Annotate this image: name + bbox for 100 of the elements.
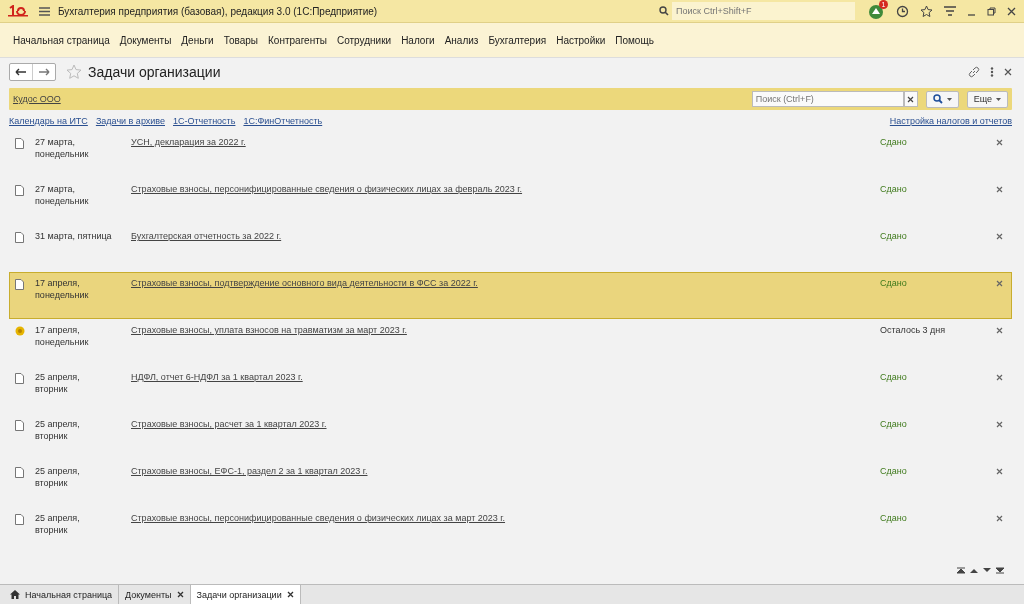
task-row[interactable]: 25 апреля, вторник НДФЛ, отчет 6-НДФЛ за 1 квартал 2023 г. Сдано: [9, 366, 1012, 413]
home-icon: [10, 590, 20, 599]
task-row[interactable]: 17 апреля, понедельник Страховые взносы, уплата взносов на травматизм за март 2023 г. Осталось 3 дня: [9, 319, 1012, 366]
menu-item[interactable]: Начальная страница: [13, 34, 110, 46]
app-logo: [8, 5, 28, 17]
task-row[interactable]: 25 апреля, вторник Страховые взносы, ЕФС-1, раздел 2 за 1 квартал 2023 г. Сдано: [9, 460, 1012, 507]
global-search-field[interactable]: Поиск Ctrl+Shift+F: [672, 2, 855, 20]
menu-item[interactable]: Бухгалтерия: [488, 34, 547, 46]
document-icon: [15, 514, 24, 525]
search-button[interactable]: [925, 90, 959, 108]
task-status: Сдано: [880, 136, 908, 148]
document-icon: [15, 185, 24, 196]
task-link[interactable]: Страховые взносы, подтверждение основного вида деятельности в ФСС за 2022 г.: [131, 277, 874, 289]
task-date: 27 марта, понедельник: [35, 136, 90, 160]
link-icon[interactable]: [968, 66, 980, 78]
menu-item[interactable]: Документы: [119, 34, 172, 46]
menu-item[interactable]: Сотрудники: [336, 34, 392, 46]
document-icon: [15, 138, 24, 149]
window-tab[interactable]: Документы: [119, 585, 191, 604]
navigation-link[interactable]: Календарь на ИТС: [9, 116, 88, 126]
window-title: Бухгалтерия предприятия (базовая), редакция 3.0 (1С:Предприятие): [58, 5, 379, 17]
task-link[interactable]: Страховые взносы, персонифицированные сведения о физических лицах за февраль 2023 г.: [131, 183, 874, 195]
scroll-down-icon[interactable]: [983, 567, 991, 574]
navigation-link[interactable]: 1С-Отчетность: [173, 116, 236, 126]
scroll-up-icon[interactable]: [970, 567, 978, 574]
remove-icon[interactable]: [996, 421, 1003, 428]
selected-task-row[interactable]: 17 апреля, понедельник Страховые взносы, подтверждение основного вида деятельности в ФСС за 2022 г. Сдано: [9, 272, 1012, 319]
task-row[interactable]: 27 марта, понедельник Страховые взносы, персонифицированные сведения о физических лицах за февраль 2023 г. Сдано: [9, 178, 1012, 225]
task-link[interactable]: Страховые взносы, персонифицированные сведения о физических лицах за март 2023 г.: [131, 512, 874, 524]
task-row[interactable]: 31 марта, пятница Бухгалтерская отчетность за 2022 г. Сдано: [9, 225, 1012, 272]
more-button[interactable]: Еще: [966, 90, 1008, 108]
remove-icon[interactable]: [996, 280, 1003, 287]
task-date: 31 марта, пятница: [35, 230, 113, 242]
menu-item[interactable]: Настройки: [556, 34, 606, 46]
remove-icon[interactable]: [996, 233, 1003, 240]
restore-icon[interactable]: [987, 6, 996, 16]
task-date: 17 апреля, понедельник: [35, 324, 90, 348]
search-icon: [932, 94, 943, 104]
task-date: 25 апреля, вторник: [35, 371, 81, 395]
task-status: Сдано: [880, 371, 908, 383]
menu-icon[interactable]: [39, 6, 50, 16]
settings-link[interactable]: Настройка налогов и отчетов: [889, 116, 1012, 126]
menu-item[interactable]: Товары: [223, 34, 259, 46]
task-status: Осталось 3 дня: [880, 324, 947, 336]
organization-link[interactable]: Кудос ООО: [13, 94, 61, 104]
menu-item[interactable]: Деньги: [181, 34, 214, 46]
search-icon: [659, 6, 669, 16]
task-link[interactable]: НДФЛ, отчет 6-НДФЛ за 1 квартал 2023 г.: [131, 371, 874, 383]
task-link[interactable]: Страховые взносы, уплата взносов на травматизм за март 2023 г.: [131, 324, 874, 336]
task-date: 25 апреля, вторник: [35, 418, 81, 442]
task-status: Сдано: [880, 465, 908, 477]
task-row[interactable]: 25 апреля, вторник Страховые взносы, персонифицированные сведения о физических лицах за март 2023 г. Сдано: [9, 507, 1012, 554]
navigation-link[interactable]: 1С:ФинОтчетность: [243, 116, 323, 126]
remove-icon[interactable]: [996, 468, 1003, 475]
star-icon[interactable]: [920, 4, 933, 18]
document-icon: [15, 420, 24, 431]
remove-icon[interactable]: [996, 327, 1003, 334]
navigation-buttons[interactable]: [9, 63, 56, 81]
task-status: Сдано: [880, 418, 908, 430]
remove-icon[interactable]: [996, 374, 1003, 381]
menu-item[interactable]: Помощь: [615, 34, 654, 46]
more-icon[interactable]: [990, 67, 994, 77]
menu-item[interactable]: Контрагенты: [268, 34, 327, 46]
document-icon: [15, 467, 24, 478]
task-link[interactable]: Бухгалтерская отчетность за 2022 г.: [131, 230, 874, 242]
remove-icon[interactable]: [996, 139, 1003, 146]
task-link[interactable]: УСН, декларация за 2022 г.: [131, 136, 874, 148]
scroll-bottom-icon[interactable]: [996, 567, 1004, 574]
search-field[interactable]: Поиск (Ctrl+F): [751, 91, 904, 107]
menu-item[interactable]: Налоги: [401, 34, 435, 46]
navigation-link[interactable]: Задачи в архиве: [95, 116, 165, 126]
task-date: 27 марта, понедельник: [35, 183, 90, 207]
close-icon[interactable]: [286, 591, 294, 598]
filter-icon[interactable]: [944, 6, 956, 16]
task-row[interactable]: 27 марта, понедельник УСН, декларация за 2022 г. Сдано: [9, 131, 1012, 178]
remove-icon[interactable]: [996, 186, 1003, 193]
close-icon[interactable]: [1007, 6, 1016, 16]
history-icon[interactable]: [896, 4, 909, 18]
task-link[interactable]: Страховые взносы, ЕФС-1, раздел 2 за 1 квартал 2023 г.: [131, 465, 874, 477]
coin-icon: [15, 326, 25, 336]
remove-icon[interactable]: [996, 515, 1003, 522]
window-tab[interactable]: Начальная страница: [4, 585, 120, 604]
scroll-top-icon[interactable]: [957, 567, 965, 574]
close-icon[interactable]: [1004, 68, 1012, 76]
close-icon[interactable]: [176, 591, 184, 598]
task-status: Сдано: [880, 183, 908, 195]
document-icon: [15, 373, 24, 384]
menu-item[interactable]: Анализ: [444, 34, 479, 46]
caret-icon: [946, 97, 952, 101]
task-link[interactable]: Страховые взносы, расчет за 1 квартал 2023 г.: [131, 418, 874, 430]
favorite-star-icon[interactable]: [66, 64, 82, 80]
task-date: 25 апреля, вторник: [35, 512, 81, 536]
task-status: Сдано: [880, 277, 908, 289]
clear-icon: [907, 95, 915, 103]
task-status: Сдано: [880, 230, 908, 242]
document-icon: [15, 232, 24, 243]
document-icon: [15, 279, 24, 290]
window-tab[interactable]: Задачи организации: [190, 585, 301, 604]
task-row[interactable]: 25 апреля, вторник Страховые взносы, расчет за 1 квартал 2023 г. Сдано: [9, 413, 1012, 460]
form-title: Задачи организации: [88, 64, 221, 80]
